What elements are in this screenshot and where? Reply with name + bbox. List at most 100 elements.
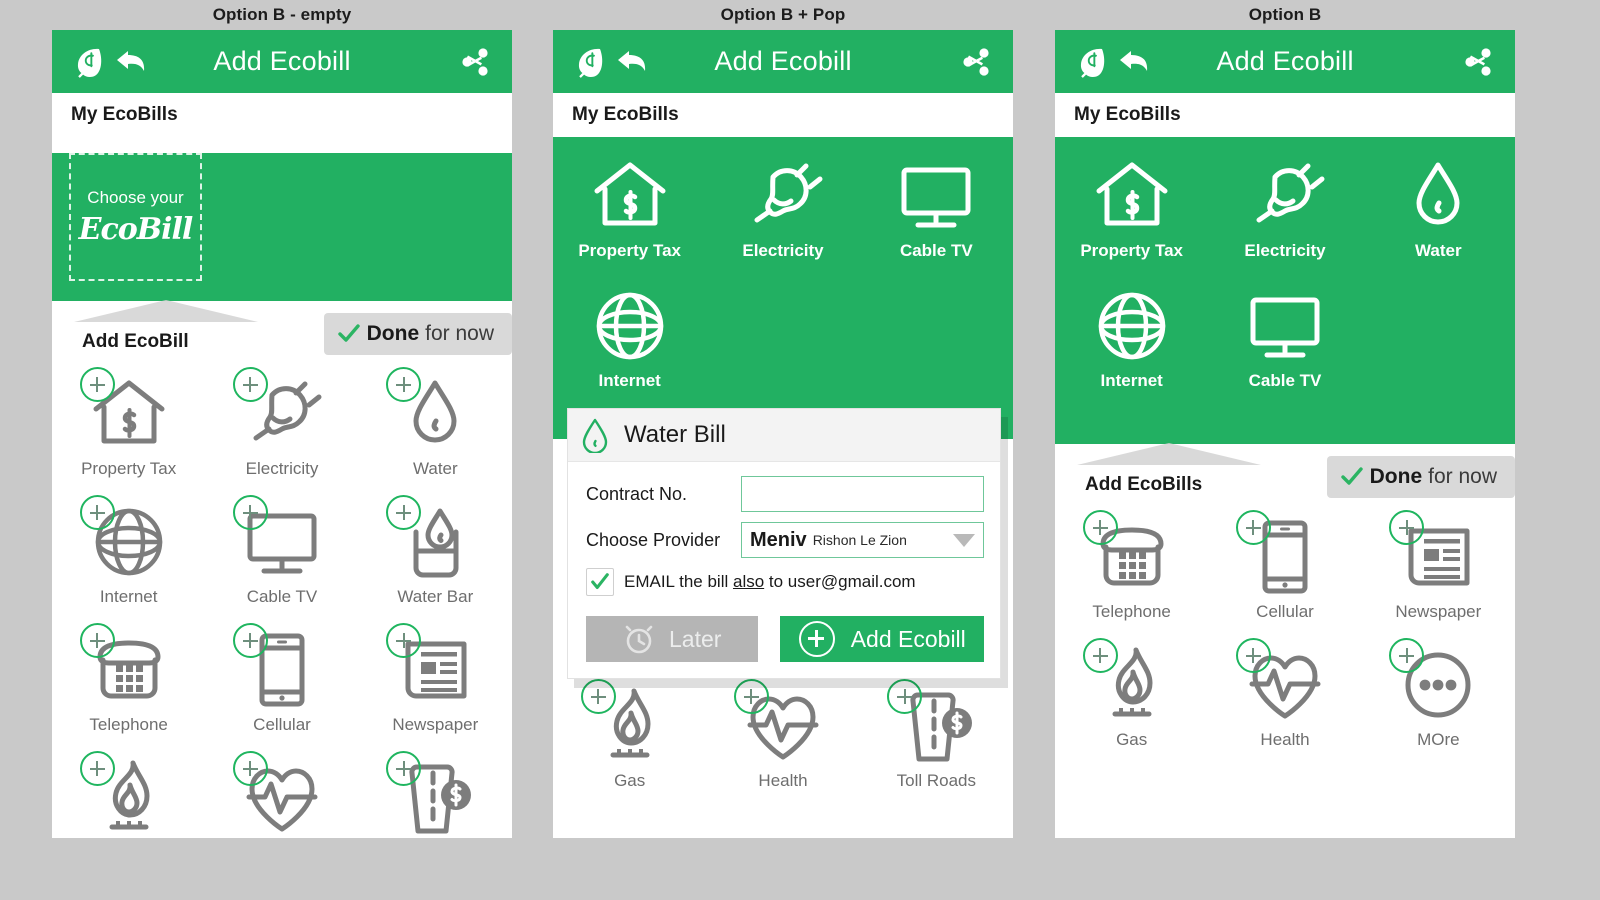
globe-icon xyxy=(79,495,172,585)
email-checkbox-row[interactable]: EMAIL the bill also to user@gmail.com xyxy=(586,568,984,596)
my-bills-grid: Property Tax Electricity xyxy=(1055,137,1515,397)
bill-tile-label: Health xyxy=(1260,730,1310,749)
bill-tile-health[interactable]: Health xyxy=(205,745,358,838)
email-checkbox-label: EMAIL the bill also to user@gmail.com xyxy=(624,572,916,592)
leaf-logo-icon[interactable] xyxy=(72,45,106,79)
my-bill-tile-label: Property Tax xyxy=(578,241,681,260)
add-ecobill-button[interactable]: Add Ecobill xyxy=(780,616,984,662)
bill-tile-health[interactable]: Health xyxy=(706,673,859,801)
my-bill-tile-electricity[interactable]: Electricity xyxy=(706,137,859,267)
add-plus-icon[interactable] xyxy=(232,623,268,658)
add-plus-icon[interactable] xyxy=(79,495,115,530)
bill-tile-gas[interactable]: Gas xyxy=(553,673,706,801)
later-button[interactable]: Later xyxy=(586,616,759,662)
monitor-icon xyxy=(1242,283,1328,369)
my-bill-tile-empty xyxy=(1362,267,1515,397)
choose-ecobill-placeholder[interactable]: Choose your EcoBill xyxy=(69,153,202,281)
bill-tile-internet[interactable]: Internet xyxy=(52,489,205,617)
back-arrow-icon[interactable] xyxy=(616,47,650,77)
available-bills-grid: Telephone Cellular Newspaper Gas Health … xyxy=(1055,504,1515,760)
bill-tile-label: Health xyxy=(758,771,808,790)
bill-tile-telephone[interactable]: Telephone xyxy=(52,617,205,745)
add-plus-icon[interactable] xyxy=(733,679,769,714)
share-icon[interactable] xyxy=(1463,47,1493,77)
dialog-body: Contract No. Choose Provider Meniv Risho… xyxy=(568,462,1000,678)
phone-screen: Add Ecobill My EcoBills Property Tax Ele… xyxy=(553,30,1013,838)
add-plus-icon[interactable] xyxy=(79,751,115,786)
app-bar: Add Ecobill xyxy=(52,30,512,93)
placeholder-line-2: EcoBill xyxy=(78,211,194,247)
my-bill-tile-cable-tv[interactable]: Cable TV xyxy=(1208,267,1361,397)
contract-number-input[interactable] xyxy=(741,476,984,512)
add-plus-icon[interactable] xyxy=(232,367,268,402)
add-plus-icon[interactable] xyxy=(79,367,115,402)
bill-tile-label: Telephone xyxy=(89,715,168,734)
done-for-now-button[interactable]: Done for now xyxy=(323,313,512,355)
bill-tile-label: Water xyxy=(412,459,458,478)
add-plus-icon[interactable] xyxy=(1082,638,1118,673)
bill-tile-gas[interactable]: Gas xyxy=(52,745,205,838)
bill-tile-cable-tv[interactable]: Cable TV xyxy=(205,489,358,617)
bill-tile-label: Water Bar xyxy=(397,587,474,606)
add-plus-icon[interactable] xyxy=(232,751,268,786)
check-icon xyxy=(337,323,360,345)
my-bill-tile-property-tax[interactable]: Property Tax xyxy=(553,137,706,267)
sub-bar-label: My EcoBills xyxy=(1074,104,1181,125)
newspaper-icon xyxy=(1389,510,1481,600)
my-bill-tile-internet[interactable]: Internet xyxy=(553,267,706,397)
provider-label: Choose Provider xyxy=(586,529,721,550)
back-arrow-icon[interactable] xyxy=(115,47,149,77)
done-label-rest: for now xyxy=(1428,465,1497,488)
add-plus-icon[interactable] xyxy=(1235,510,1271,545)
done-for-now-button[interactable]: Done for now xyxy=(1326,456,1515,498)
provider-city: Rishon Le Zion xyxy=(812,532,907,548)
my-bill-tile-property-tax[interactable]: Property Tax xyxy=(1055,137,1208,267)
available-bills-grid: Gas Health Toll Roads xyxy=(553,673,1013,801)
add-plus-icon[interactable] xyxy=(1082,510,1118,545)
provider-name: Meniv xyxy=(750,528,807,551)
panel-option-b-pop: Option B + Pop Add Ecobill My EcoBills P… xyxy=(553,0,1013,900)
done-label-strong: Done xyxy=(366,322,420,345)
leaf-logo-icon[interactable] xyxy=(573,45,607,79)
my-bills-green-zone: Property Tax Electricity xyxy=(1055,137,1515,444)
bill-tile-property-tax[interactable]: Property Tax xyxy=(52,361,205,489)
dialog-title: Water Bill xyxy=(624,421,726,448)
gas-flame-icon xyxy=(580,679,673,769)
add-plus-icon[interactable] xyxy=(232,495,268,530)
chevron-down-icon[interactable] xyxy=(953,533,975,547)
bill-tile-cellular[interactable]: Cellular xyxy=(205,617,358,745)
bill-tile-health[interactable]: Health xyxy=(1208,632,1361,760)
my-bill-tile-water[interactable]: Water xyxy=(1362,137,1515,267)
my-bill-tile-label: Internet xyxy=(598,371,661,390)
my-bill-tile-label: Water xyxy=(1415,241,1462,260)
add-plus-icon[interactable] xyxy=(580,679,616,714)
email-checkbox[interactable] xyxy=(586,568,614,596)
my-bill-tile-cable-tv[interactable]: Cable TV xyxy=(860,137,1013,267)
bill-tile-toll-roads[interactable]: Toll Roads xyxy=(860,673,1013,801)
bill-tile-water[interactable]: Water xyxy=(359,361,512,489)
bill-tile-newspaper[interactable]: Newspaper xyxy=(359,617,512,745)
dialog-header: Water Bill xyxy=(568,409,1000,462)
bill-tile-electricity[interactable]: Electricity xyxy=(205,361,358,489)
bill-tile-water-bar[interactable]: Water Bar xyxy=(359,489,512,617)
add-ecobill-label: Add Ecobill xyxy=(850,625,966,652)
provider-select[interactable]: Meniv Rishon Le Zion xyxy=(741,522,984,558)
done-label-rest: for now xyxy=(425,322,494,345)
bill-tile-cellular[interactable]: Cellular xyxy=(1208,504,1361,632)
my-bill-tile-electricity[interactable]: Electricity xyxy=(1208,137,1361,267)
back-arrow-icon[interactable] xyxy=(1118,47,1152,77)
bill-tile-label: Cellular xyxy=(1256,602,1314,621)
phone-screen: Add Ecobill My EcoBills Choose your EcoB… xyxy=(52,30,512,838)
bill-tile-toll-roads[interactable]: Toll Roads xyxy=(359,745,512,838)
leaf-logo-icon[interactable] xyxy=(1075,45,1109,79)
share-icon[interactable] xyxy=(961,47,991,77)
add-plus-icon[interactable] xyxy=(79,623,115,658)
share-icon[interactable] xyxy=(460,47,490,77)
bill-tile-newspaper[interactable]: Newspaper xyxy=(1362,504,1515,632)
bill-tile-gas[interactable]: Gas xyxy=(1055,632,1208,760)
add-plus-icon[interactable] xyxy=(1235,638,1271,673)
bill-tile-more[interactable]: MOre xyxy=(1362,632,1515,760)
my-bill-tile-label: Electricity xyxy=(1244,241,1326,260)
my-bill-tile-internet[interactable]: Internet xyxy=(1055,267,1208,397)
bill-tile-telephone[interactable]: Telephone xyxy=(1055,504,1208,632)
